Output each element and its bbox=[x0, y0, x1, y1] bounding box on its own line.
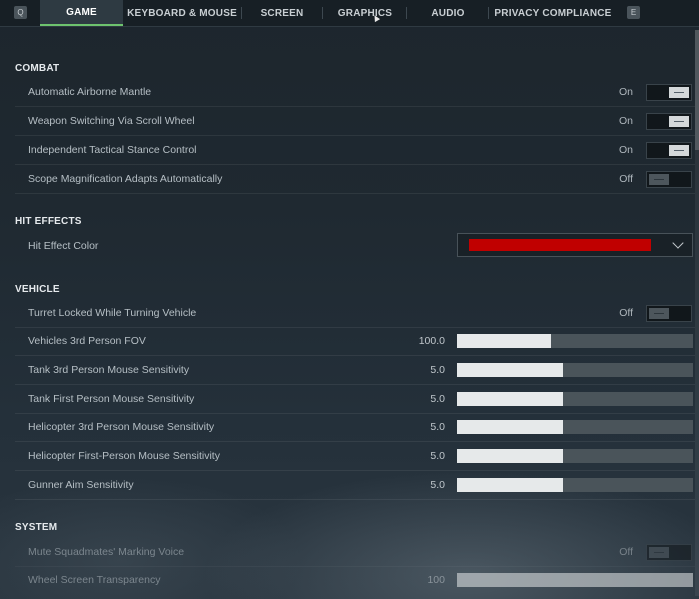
slider-fill bbox=[457, 334, 552, 348]
setting-label: Helicopter First-Person Mouse Sensitivit… bbox=[28, 450, 220, 462]
slider-track[interactable] bbox=[457, 363, 693, 377]
slider-fill bbox=[457, 449, 564, 463]
slider-track[interactable] bbox=[457, 573, 693, 587]
slider-track[interactable] bbox=[457, 478, 693, 492]
section-title-combat: COMBAT bbox=[15, 63, 60, 74]
tab-divider bbox=[322, 7, 323, 19]
setting-row-wheel-transparency[interactable]: Wheel Screen Transparency 100 bbox=[15, 567, 695, 595]
slider-fill bbox=[457, 392, 564, 406]
toggle-state-text: Off bbox=[619, 546, 633, 558]
setting-label: Hit Effect Color bbox=[28, 240, 99, 252]
tab-screen[interactable]: SCREEN bbox=[248, 0, 316, 26]
setting-row-heli-first-sensitivity[interactable]: Helicopter First-Person Mouse Sensitivit… bbox=[15, 443, 695, 471]
setting-label: Wheel Screen Transparency bbox=[28, 574, 161, 586]
slider-value: 100.0 bbox=[418, 335, 445, 347]
slider-fill bbox=[457, 573, 693, 587]
toggle-state-text: On bbox=[618, 144, 633, 156]
next-tab-key-icon[interactable]: E bbox=[627, 6, 640, 19]
setting-label: Tank 3rd Person Mouse Sensitivity bbox=[28, 364, 190, 376]
section-title-hit-effects: HIT EFFECTS bbox=[15, 216, 82, 227]
tab-audio[interactable]: AUDIO bbox=[414, 0, 482, 26]
toggle-switch[interactable] bbox=[646, 544, 692, 561]
slider-value: 5.0 bbox=[430, 421, 445, 433]
hit-color-dropdown[interactable] bbox=[457, 233, 693, 257]
slider-fill bbox=[457, 478, 564, 492]
setting-label: Gunner Aim Sensitivity bbox=[28, 479, 134, 491]
slider-fill bbox=[457, 363, 564, 377]
toggle-switch[interactable] bbox=[646, 113, 692, 130]
slider-track[interactable] bbox=[457, 449, 693, 463]
slider-fill bbox=[457, 420, 564, 434]
setting-row-turret-locked[interactable]: Turret Locked While Turning Vehicle Off bbox=[15, 300, 695, 328]
setting-row-airborne-mantle[interactable]: Automatic Airborne Mantle On bbox=[15, 79, 695, 107]
toggle-state-text: Off bbox=[619, 307, 633, 319]
setting-row-tactical-stance[interactable]: Independent Tactical Stance Control On bbox=[15, 137, 695, 165]
toggle-knob bbox=[649, 174, 669, 185]
toggle-knob bbox=[649, 308, 669, 319]
setting-label: Vehicles 3rd Person FOV bbox=[28, 335, 146, 347]
slider-track[interactable] bbox=[457, 420, 693, 434]
chevron-down-icon bbox=[672, 237, 684, 249]
slider-value: 5.0 bbox=[430, 479, 445, 491]
setting-label: Scope Magnification Adapts Automatically bbox=[28, 173, 223, 185]
toggle-state-text: Off bbox=[619, 173, 633, 185]
toggle-knob bbox=[669, 145, 689, 156]
setting-row-scope-magnification[interactable]: Scope Magnification Adapts Automatically… bbox=[15, 166, 695, 194]
toggle-switch[interactable] bbox=[646, 142, 692, 159]
slider-value: 5.0 bbox=[430, 364, 445, 376]
setting-row-tank-first-sensitivity[interactable]: Tank First Person Mouse Sensitivity 5.0 bbox=[15, 386, 695, 414]
toggle-switch[interactable] bbox=[646, 171, 692, 188]
slider-value: 5.0 bbox=[430, 393, 445, 405]
setting-row-tank-3rd-sensitivity[interactable]: Tank 3rd Person Mouse Sensitivity 5.0 bbox=[15, 357, 695, 385]
color-swatch bbox=[469, 239, 651, 251]
section-title-system: SYSTEM bbox=[15, 522, 58, 533]
slider-track[interactable] bbox=[457, 334, 693, 348]
toggle-knob bbox=[669, 87, 689, 98]
section-title-vehicle: VEHICLE bbox=[15, 284, 60, 295]
setting-label: Turret Locked While Turning Vehicle bbox=[28, 307, 197, 319]
tab-privacy-compliance[interactable]: PRIVACY COMPLIANCE bbox=[494, 0, 612, 26]
tab-bar: Q GAME KEYBOARD & MOUSE SCREEN GRAPHICS … bbox=[0, 0, 699, 27]
toggle-state-text: On bbox=[618, 86, 633, 98]
setting-row-gunner-aim[interactable]: Gunner Aim Sensitivity 5.0 bbox=[15, 472, 695, 500]
prev-tab-key-icon[interactable]: Q bbox=[14, 6, 27, 19]
setting-row-mute-marking-voice[interactable]: Mute Squadmates' Marking Voice Off bbox=[15, 539, 695, 567]
tab-divider bbox=[488, 7, 489, 19]
setting-row-vehicle-fov[interactable]: Vehicles 3rd Person FOV 100.0 bbox=[15, 328, 695, 356]
tab-divider bbox=[406, 7, 407, 19]
setting-row-hit-effect-color[interactable]: Hit Effect Color bbox=[15, 233, 695, 261]
setting-label: Independent Tactical Stance Control bbox=[28, 144, 197, 156]
toggle-knob bbox=[669, 116, 689, 127]
slider-value: 100 bbox=[427, 574, 445, 586]
setting-label: Tank First Person Mouse Sensitivity bbox=[28, 393, 195, 405]
toggle-state-text: On bbox=[618, 115, 633, 127]
toggle-switch[interactable] bbox=[646, 84, 692, 101]
setting-row-scroll-wheel-switching[interactable]: Weapon Switching Via Scroll Wheel On bbox=[15, 108, 695, 136]
toggle-switch[interactable] bbox=[646, 305, 692, 322]
tab-keyboard-mouse[interactable]: KEYBOARD & MOUSE bbox=[127, 0, 237, 26]
slider-value: 5.0 bbox=[430, 450, 445, 462]
tab-divider bbox=[241, 7, 242, 19]
setting-label: Helicopter 3rd Person Mouse Sensitivity bbox=[28, 421, 215, 433]
scrollbar-thumb[interactable] bbox=[695, 30, 699, 150]
setting-label: Weapon Switching Via Scroll Wheel bbox=[28, 115, 195, 127]
toggle-knob bbox=[649, 547, 669, 558]
tab-graphics[interactable]: GRAPHICS bbox=[330, 0, 400, 26]
tab-game[interactable]: GAME bbox=[40, 0, 123, 26]
setting-label: Mute Squadmates' Marking Voice bbox=[28, 546, 185, 558]
setting-row-heli-3rd-sensitivity[interactable]: Helicopter 3rd Person Mouse Sensitivity … bbox=[15, 414, 695, 442]
setting-label: Automatic Airborne Mantle bbox=[28, 86, 152, 98]
slider-track[interactable] bbox=[457, 392, 693, 406]
